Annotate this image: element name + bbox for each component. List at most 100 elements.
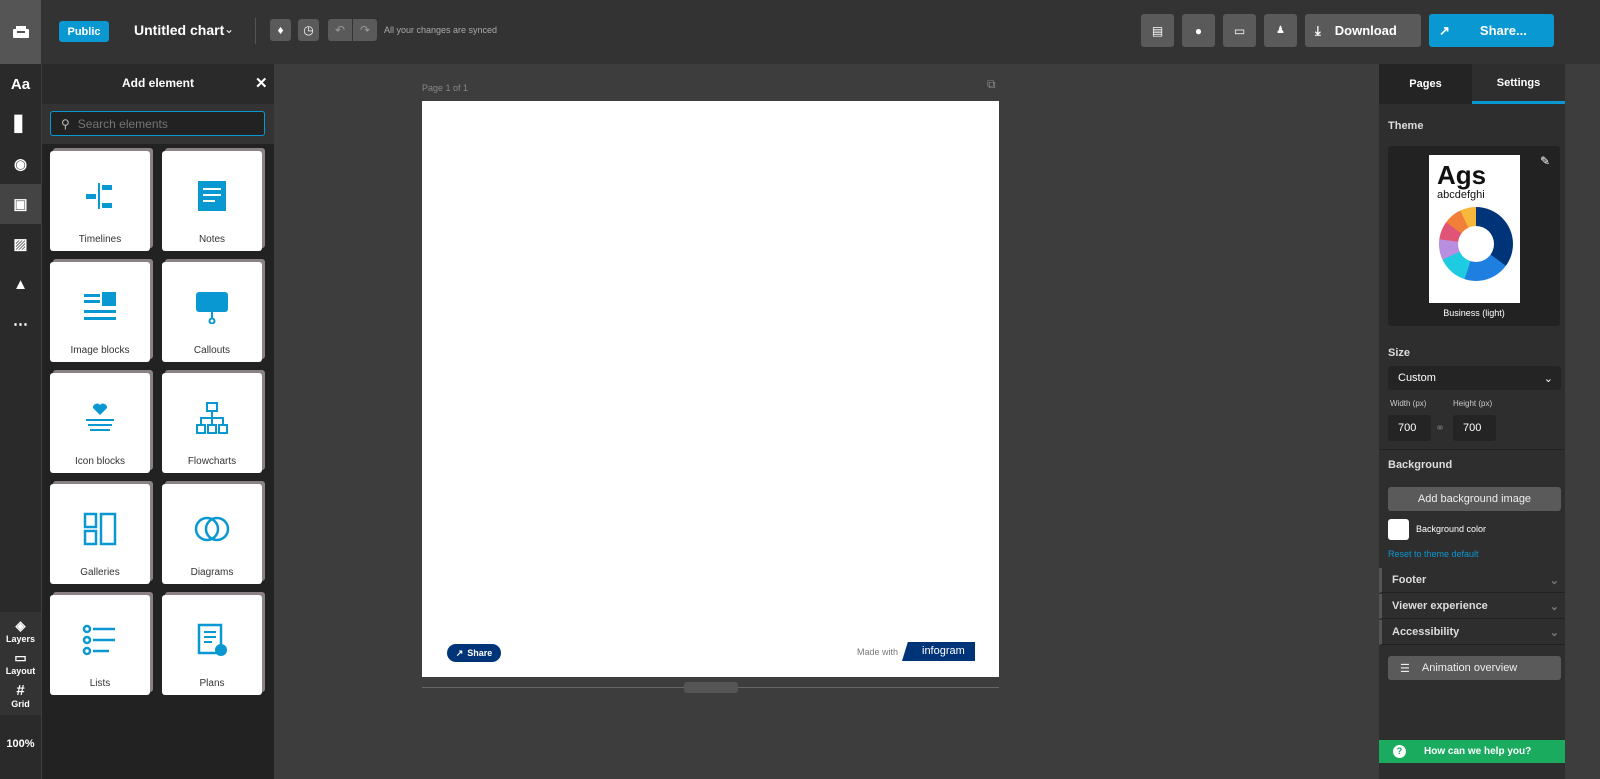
grid-icon: #: [16, 682, 25, 699]
element-card-label: Diagrams: [190, 567, 234, 578]
chevron-down-icon: ⌄: [1543, 372, 1553, 385]
rail-maps-button[interactable]: ◉: [0, 144, 41, 184]
tag-button[interactable]: ♦: [270, 19, 291, 41]
layout-label: Layout: [5, 666, 36, 676]
rail-more-button[interactable]: ⋯: [0, 304, 41, 344]
theme-label: Theme: [1388, 120, 1424, 132]
gallery-icon: [83, 512, 117, 546]
list-icon: [82, 624, 115, 656]
element-card-flowchart[interactable]: Flowcharts: [162, 373, 262, 473]
element-card-plan[interactable]: Plans: [162, 595, 262, 695]
theme-donut: [1439, 207, 1513, 281]
top-bar: Public Untitled chart ⌄ ♦ ◷ ↶ ↷ All your…: [0, 0, 1600, 64]
more-icon: ⋯: [13, 316, 28, 333]
bar-chart-icon: ▋: [14, 116, 27, 133]
chevron-down-icon: ⌄: [1549, 574, 1559, 587]
users-icon: ♟: [1276, 25, 1285, 36]
made-with-label: Made with: [857, 647, 899, 657]
width-input[interactable]: 700: [1388, 415, 1431, 441]
rail-tools: ◈ Layers ▭ Layout # Grid: [0, 612, 41, 715]
theme-preview[interactable]: ✎ Ags abcdefghi Business (light): [1388, 146, 1560, 326]
search-input[interactable]: [77, 116, 248, 131]
callout-icon: [196, 292, 228, 325]
animation-overview-button[interactable]: ☰ Animation overview: [1388, 656, 1561, 680]
viewer-experience-section[interactable]: Viewer experience ⌄: [1379, 594, 1565, 619]
element-card-note[interactable]: Notes: [162, 151, 262, 251]
element-card-list[interactable]: Lists: [50, 595, 150, 695]
element-card-gallery[interactable]: Galleries: [50, 484, 150, 584]
undo-button[interactable]: ↶: [328, 19, 352, 41]
canvas-page[interactable]: ↗ Share Made with infogram: [422, 101, 999, 677]
rail-elements-button[interactable]: ▣: [0, 184, 41, 224]
footer-share-button[interactable]: ↗ Share: [447, 644, 501, 662]
infogram-logo[interactable]: infogram: [902, 642, 975, 661]
chevron-down-icon: ⌄: [1549, 626, 1559, 639]
rail-images-button[interactable]: ▨: [0, 224, 41, 264]
download-button[interactable]: ⤓ Download: [1305, 14, 1421, 47]
divider: [1379, 449, 1565, 450]
element-card-label: Notes: [198, 234, 226, 245]
laptop-icon: ▭: [14, 650, 27, 665]
help-button[interactable]: ? How can we help you?: [1379, 740, 1565, 763]
element-card-label: Plans: [199, 678, 225, 689]
search-icon: ⚲: [61, 116, 70, 131]
tab-settings[interactable]: Settings: [1472, 64, 1565, 104]
height-input[interactable]: 700: [1453, 415, 1496, 441]
map-icon: ◉: [13, 156, 28, 173]
element-card-callout[interactable]: Callouts: [162, 262, 262, 362]
rail-text-button[interactable]: Aa: [0, 64, 41, 104]
present-button[interactable]: ▭: [1223, 14, 1256, 47]
share-icon: ↗: [455, 647, 464, 658]
search-field[interactable]: ⚲: [50, 111, 265, 136]
layout-button[interactable]: ▭ Layout: [0, 650, 41, 676]
layers-button[interactable]: ◈ Layers: [0, 618, 41, 644]
list-icon: ☰: [1400, 662, 1410, 675]
share-button[interactable]: ↗ Share...: [1429, 14, 1554, 47]
chart-title[interactable]: Untitled chart: [134, 22, 224, 38]
home-logo-button[interactable]: [0, 0, 41, 64]
footer-section[interactable]: Footer ⌄: [1379, 568, 1565, 593]
close-icon[interactable]: ✕: [255, 74, 268, 92]
page-resize-handle[interactable]: [684, 682, 738, 693]
rail-charts-button[interactable]: ▋: [0, 104, 41, 144]
size-select[interactable]: Custom ⌄: [1388, 366, 1561, 390]
left-rail: Aa ▋ ◉ ▣ ▨ ▲ ⋯ ◈ Layers ▭ Layout # Grid 100…: [0, 64, 41, 779]
history-button[interactable]: ◷: [298, 19, 319, 41]
edit-theme-icon[interactable]: ✎: [1540, 154, 1550, 168]
accessibility-section[interactable]: Accessibility ⌄: [1379, 620, 1565, 645]
background-color-label: Background color: [1416, 524, 1487, 534]
tag-icon: ♦: [277, 23, 284, 37]
flowchart-icon: [196, 402, 228, 434]
size-value: Custom: [1398, 372, 1436, 384]
zoom-level[interactable]: 100%: [0, 738, 41, 750]
reset-theme-link[interactable]: Reset to theme default: [1388, 549, 1479, 559]
inbox-icon: [12, 26, 29, 38]
comments-button[interactable]: ●: [1182, 14, 1215, 47]
divider: [255, 18, 256, 44]
duplicate-page-icon[interactable]: ⧉: [987, 77, 996, 92]
rail-shapes-button[interactable]: ▲: [0, 264, 41, 304]
theme-name: Business (light): [1443, 308, 1505, 318]
chevron-down-icon[interactable]: ⌄: [224, 22, 234, 36]
background-color-swatch[interactable]: [1388, 519, 1409, 540]
notes-button[interactable]: ▤: [1141, 14, 1174, 47]
layers-icon: ◈: [15, 618, 26, 633]
grid-button[interactable]: # Grid: [0, 682, 41, 709]
element-card-label: Image blocks: [70, 345, 130, 356]
diagram-icon: [194, 516, 230, 542]
collaborators-button[interactable]: ♟: [1264, 14, 1297, 47]
monitor-icon: ▭: [1233, 23, 1246, 38]
add-background-image-button[interactable]: Add background image: [1388, 487, 1561, 511]
link-icon[interactable]: ⚭: [1435, 421, 1445, 435]
note-icon: ▤: [1151, 23, 1164, 38]
redo-button[interactable]: ↷: [353, 19, 377, 41]
settings-panel: Pages Settings Theme ✎ Ags abcdefghi Bus…: [1379, 64, 1565, 779]
element-card-label: Lists: [89, 678, 111, 689]
public-button[interactable]: Public: [59, 21, 109, 42]
element-card-image-block[interactable]: Image blocks: [50, 262, 150, 362]
element-card-timeline[interactable]: Timelines: [50, 151, 150, 251]
element-card-icon-block[interactable]: Icon blocks: [50, 373, 150, 473]
tab-pages[interactable]: Pages: [1379, 64, 1472, 104]
undo-icon: ↶: [334, 23, 346, 37]
element-card-diagram[interactable]: Diagrams: [162, 484, 262, 584]
